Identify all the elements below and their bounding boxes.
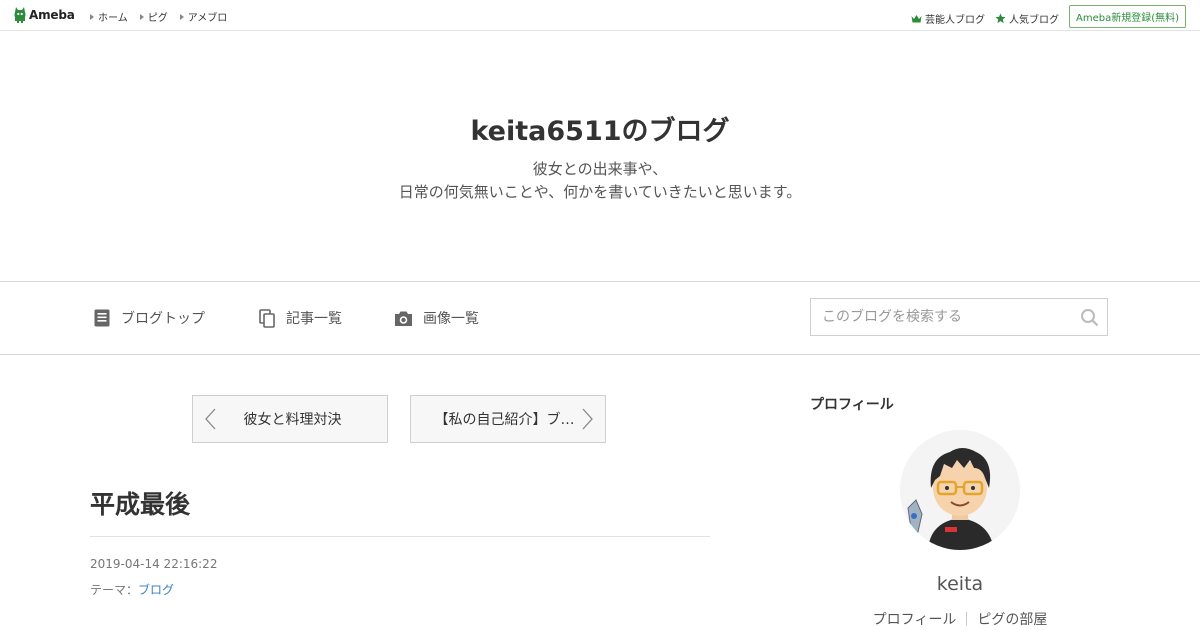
global-nav-home[interactable]: ホーム [90, 9, 128, 24]
global-nav-label: ホーム [98, 13, 128, 24]
crown-icon [911, 14, 922, 22]
nav-image-list[interactable]: 画像一覧 [394, 308, 479, 328]
triangle-right-icon [139, 13, 144, 20]
global-nav-pigg[interactable]: ピグ [139, 9, 168, 24]
blog-description-line: 日常の何気無いことや、何かを書いていきたいと思います。 [398, 183, 802, 201]
global-nav: ホーム ピグ アメブロ [90, 9, 239, 24]
pigg-room-link[interactable]: ピグの部屋 [977, 612, 1047, 628]
popular-blog-label: 人気ブログ [1008, 15, 1059, 26]
nav-label: 記事一覧 [286, 311, 342, 327]
article-theme-link[interactable]: ブログ [138, 583, 174, 597]
profile-name[interactable]: keita [810, 573, 1110, 595]
global-links: 芸能人ブログ 人気ブログ Ameba新規登録(無料) [911, 5, 1186, 28]
blog-nav: ブログトップ 記事一覧 画像一覧 [0, 282, 1200, 355]
blog-search [810, 298, 1108, 336]
blog-description-line: 彼女との出来事や、 [532, 160, 668, 178]
avatar[interactable] [900, 430, 1020, 550]
chevron-right-icon [582, 408, 593, 430]
article-divider [90, 536, 710, 537]
divider [966, 612, 968, 626]
chevron-left-icon [205, 408, 216, 430]
next-article-button[interactable]: 【私の自己紹介】ブ… [410, 395, 606, 443]
next-article-label: 【私の自己紹介】ブ… [434, 412, 575, 428]
global-nav-ameblo[interactable]: アメブロ [179, 9, 228, 24]
profile-heading: プロフィール [810, 397, 894, 413]
blog-description: 彼女との出来事や、 日常の何気無いことや、何かを書いていきたいと思います。 [0, 158, 1200, 204]
blog-title[interactable]: keita6511のブログ [0, 109, 1200, 148]
popular-blog-link[interactable]: 人気ブログ [995, 11, 1059, 26]
nav-label: 画像一覧 [423, 311, 479, 327]
nav-label: ブログトップ [121, 311, 205, 327]
profile-links: プロフィール ピグの部屋 [810, 609, 1110, 629]
article-theme: テーマ：ブログ [90, 581, 174, 598]
star-icon [995, 13, 1006, 24]
search-icon[interactable] [1080, 308, 1099, 327]
celebrity-blog-label: 芸能人ブログ [924, 15, 985, 26]
avatar-image [900, 430, 1020, 550]
ameba-logo-text: Ameba [29, 8, 75, 22]
global-nav-label: ピグ [147, 13, 168, 24]
nav-article-list[interactable]: 記事一覧 [259, 308, 342, 328]
prev-article-button[interactable]: 彼女と料理対決 [192, 395, 388, 443]
profile-link[interactable]: プロフィール [873, 612, 957, 628]
camera-icon [395, 311, 412, 326]
article-title: 平成最後 [90, 490, 191, 519]
ameba-mascot-icon [14, 6, 26, 24]
signup-button[interactable]: Ameba新規登録(無料) [1068, 5, 1186, 28]
global-nav-label: アメブロ [187, 13, 228, 24]
blog-header: keita6511のブログ 彼女との出来事や、 日常の何気無いことや、何かを書い… [0, 31, 1200, 282]
article-theme-label: テーマ： [90, 583, 139, 597]
nav-blog-top[interactable]: ブログトップ [94, 308, 205, 328]
document-icon [94, 309, 110, 326]
celebrity-blog-link[interactable]: 芸能人ブログ [911, 11, 985, 26]
triangle-right-icon [90, 13, 94, 20]
global-header: Ameba ホーム ピグ アメブロ 芸能人ブログ 人気ブログ Ameba新規登録… [0, 0, 1200, 31]
search-input[interactable] [811, 299, 1072, 335]
copy-icon [259, 308, 275, 328]
triangle-right-icon [179, 13, 184, 20]
ameba-logo[interactable]: Ameba [14, 6, 75, 24]
article-date: 2019-04-14 22:16:22 [90, 557, 218, 571]
prev-article-label: 彼女と料理対決 [243, 412, 342, 428]
